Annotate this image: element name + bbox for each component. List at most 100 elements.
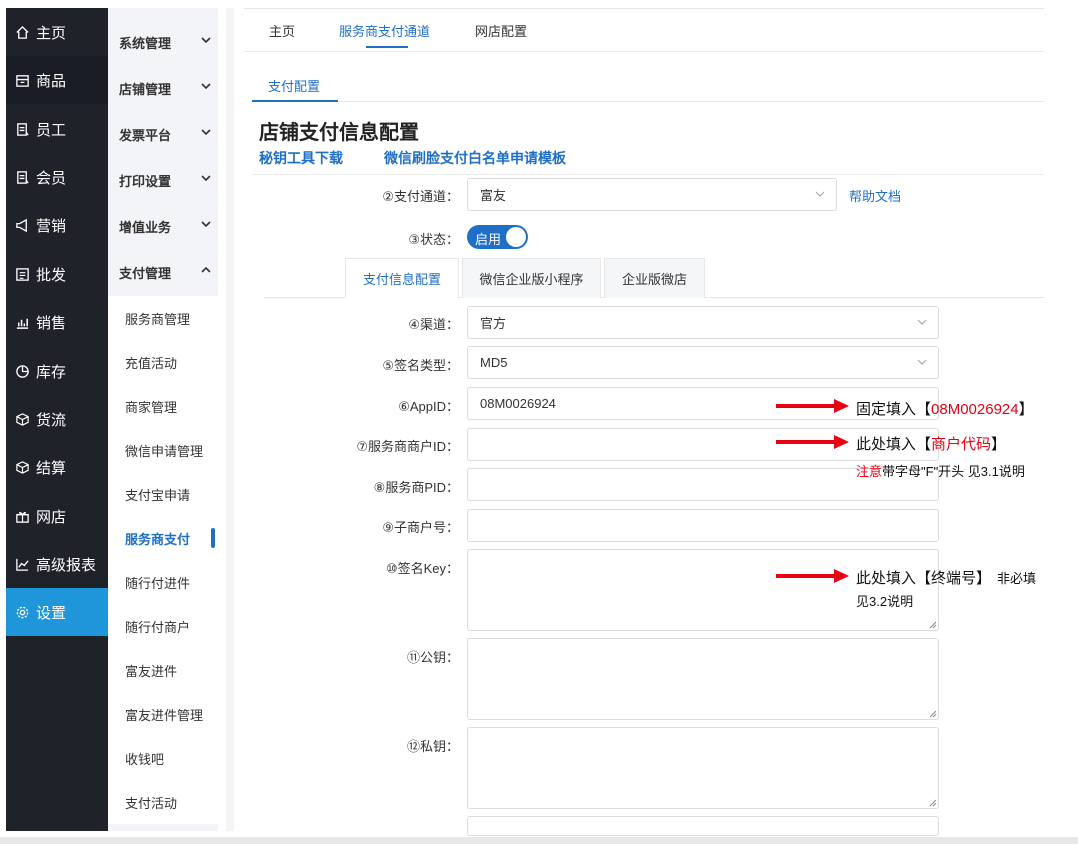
annotation-text: 固定填入【 bbox=[856, 401, 932, 418]
nav-item-label: 设置 bbox=[36, 604, 67, 622]
subnav-item-fuiou-manage[interactable]: 富友进件管理 bbox=[108, 692, 218, 736]
chevron-down-icon bbox=[201, 221, 211, 228]
nav-item-label: 货流 bbox=[36, 411, 67, 429]
resize-grip-icon[interactable] bbox=[928, 798, 937, 807]
key-tool-download-link[interactable]: 秘钥工具下载 bbox=[259, 148, 343, 168]
line-chart-icon bbox=[14, 556, 30, 572]
toggle-knob bbox=[506, 227, 526, 247]
resize-grip-icon[interactable] bbox=[928, 709, 937, 718]
nav-item-logistics[interactable]: 货流 bbox=[6, 395, 108, 443]
subnav-group-store[interactable]: 店铺管理 bbox=[108, 65, 218, 111]
status-toggle-label: 启用 bbox=[475, 232, 502, 247]
nav-item-label: 销售 bbox=[36, 314, 67, 332]
red-arrow-icon bbox=[776, 399, 849, 413]
red-arrow-icon bbox=[776, 435, 849, 449]
nav-item-settlement[interactable]: 结算 bbox=[6, 443, 108, 491]
next-field-input[interactable] bbox=[467, 816, 939, 836]
resize-grip-icon[interactable] bbox=[928, 620, 937, 629]
nav-item-reports[interactable]: 高级报表 bbox=[6, 540, 108, 588]
chevron-down-icon bbox=[917, 359, 927, 365]
nav-item-label: 库存 bbox=[36, 363, 67, 381]
tab-payment-info-config[interactable]: 支付信息配置 bbox=[345, 258, 459, 298]
private-key-textarea[interactable] bbox=[467, 727, 939, 809]
nav-item-staff[interactable]: 员工 bbox=[6, 105, 108, 153]
annotation-text: 带字母"F"开头 见3.1说明 bbox=[882, 464, 1025, 479]
nav-item-settings[interactable]: 设置 bbox=[6, 588, 108, 636]
subnav-item-wechat-apply[interactable]: 微信申请管理 bbox=[108, 428, 218, 472]
annotation-highlight: 商户代码 bbox=[931, 436, 992, 453]
nav-item-sales[interactable]: 销售 bbox=[6, 298, 108, 346]
subnav-group-value-added[interactable]: 增值业务 bbox=[108, 203, 218, 249]
nav-item-home[interactable]: 主页 bbox=[6, 8, 108, 56]
tab-enterprise-microshop[interactable]: 企业版微店 bbox=[604, 258, 705, 298]
status-toggle[interactable]: 启用 bbox=[467, 225, 528, 249]
nav-item-label: 营销 bbox=[36, 217, 67, 235]
tab-payment-config[interactable]: 支付配置 bbox=[268, 76, 320, 95]
sign-type-select[interactable]: MD5 bbox=[467, 346, 939, 379]
route-select[interactable]: 官方 bbox=[467, 306, 939, 339]
nav-item-webshop[interactable]: 网店 bbox=[6, 492, 108, 540]
tab-provider-payment-channel[interactable]: 服务商支付通道 bbox=[339, 21, 430, 40]
status-label: ③状态： bbox=[408, 232, 459, 247]
subnav-item-shouqianba[interactable]: 收钱吧 bbox=[108, 736, 218, 780]
nav-item-inventory[interactable]: 库存 bbox=[6, 347, 108, 395]
main-nav: 主页 商品 员工 会员 营销 批发 销售 库存 货流 结算 网店 高级报表 设置 bbox=[6, 8, 108, 831]
subnav-group-system[interactable]: 系统管理 bbox=[108, 19, 218, 65]
nav-item-marketing[interactable]: 营销 bbox=[6, 201, 108, 249]
subnav-group-label: 发票平台 bbox=[119, 127, 172, 143]
chevron-down-icon bbox=[201, 83, 211, 90]
subnav-group-invoice[interactable]: 发票平台 bbox=[108, 111, 218, 157]
subnav-item-merchant-manage[interactable]: 商家管理 bbox=[108, 384, 218, 428]
tab-home[interactable]: 主页 bbox=[269, 21, 295, 40]
subnav-item-alipay-apply[interactable]: 支付宝申请 bbox=[108, 472, 218, 516]
subnav-group-label: 支付管理 bbox=[119, 265, 172, 281]
sign-key-label: ⑩签名Key： bbox=[385, 561, 459, 576]
subnav-group-label: 打印设置 bbox=[119, 173, 172, 189]
tab-webshop-config[interactable]: 网店配置 bbox=[475, 21, 527, 40]
sign-key-annotation: 此处填入【终端号】 非必填 bbox=[856, 567, 1036, 588]
subnav-item-recharge[interactable]: 充值活动 bbox=[108, 340, 218, 384]
subnav-group-label: 增值业务 bbox=[119, 219, 172, 235]
public-key-textarea[interactable] bbox=[467, 638, 939, 720]
route-label: ④渠道： bbox=[408, 317, 459, 332]
whitelist-template-link[interactable]: 微信刷脸支付白名单申请模板 bbox=[384, 148, 566, 168]
top-tab-bar: 主页 服务商支付通道 网店配置 bbox=[244, 8, 1044, 52]
subnav-item-sxf-onboarding[interactable]: 随行付进件 bbox=[108, 560, 218, 604]
subnav-item-provider-payment[interactable]: 服务商支付 bbox=[108, 516, 218, 560]
sign-type-value: MD5 bbox=[480, 355, 508, 370]
annotation-text: 此处填入【终端号】 bbox=[856, 570, 992, 587]
clock-pie-icon bbox=[14, 363, 30, 379]
subnav-group-payment[interactable]: 支付管理 bbox=[108, 249, 218, 295]
annotation-highlight: 注意 bbox=[856, 464, 883, 479]
appid-label: ⑥AppID： bbox=[398, 399, 459, 414]
nav-item-goods[interactable]: 商品 bbox=[6, 56, 108, 104]
gear-icon bbox=[14, 604, 30, 620]
payment-channel-select[interactable]: 富友 bbox=[467, 178, 837, 211]
help-doc-link[interactable]: 帮助文档 bbox=[849, 186, 901, 205]
sign-key-textarea[interactable] bbox=[467, 549, 939, 631]
annotation-text: 此处填入【 bbox=[856, 436, 932, 453]
member-icon bbox=[14, 169, 30, 185]
megaphone-icon bbox=[14, 217, 30, 233]
subnav-group-label: 店铺管理 bbox=[119, 81, 172, 97]
subnav-item-sxf-merchant[interactable]: 随行付商户 bbox=[108, 604, 218, 648]
merchant-id-annotation: 此处填入【商户代码】 bbox=[856, 433, 1006, 454]
sub-merchant-label: ⑨子商户号： bbox=[382, 520, 459, 535]
tab-wechat-enterprise-miniprogram[interactable]: 微信企业版小程序 bbox=[462, 258, 601, 298]
sub-merchant-input[interactable] bbox=[467, 509, 939, 542]
channel-label: ②支付通道： bbox=[382, 189, 459, 204]
annotation-text: 】 bbox=[991, 436, 1007, 453]
nav-item-member[interactable]: 会员 bbox=[6, 153, 108, 201]
appid-value: 08M0026924 bbox=[480, 396, 556, 411]
subnav-item-fuiou-onboarding[interactable]: 富友进件 bbox=[108, 648, 218, 692]
nav-item-label: 批发 bbox=[36, 266, 67, 284]
nav-item-label: 会员 bbox=[36, 169, 67, 187]
nav-item-wholesale[interactable]: 批发 bbox=[6, 250, 108, 298]
gift-icon bbox=[14, 508, 30, 524]
subnav-item-provider-manage[interactable]: 服务商管理 bbox=[108, 296, 218, 340]
page-gutter bbox=[226, 8, 234, 831]
merchant-id-label: ⑦服务商商户ID： bbox=[356, 439, 459, 454]
subnav-group-print[interactable]: 打印设置 bbox=[108, 157, 218, 203]
subnav-item-payment-activity[interactable]: 支付活动 bbox=[108, 780, 218, 824]
sign-type-label: ⑤签名类型： bbox=[382, 358, 459, 373]
